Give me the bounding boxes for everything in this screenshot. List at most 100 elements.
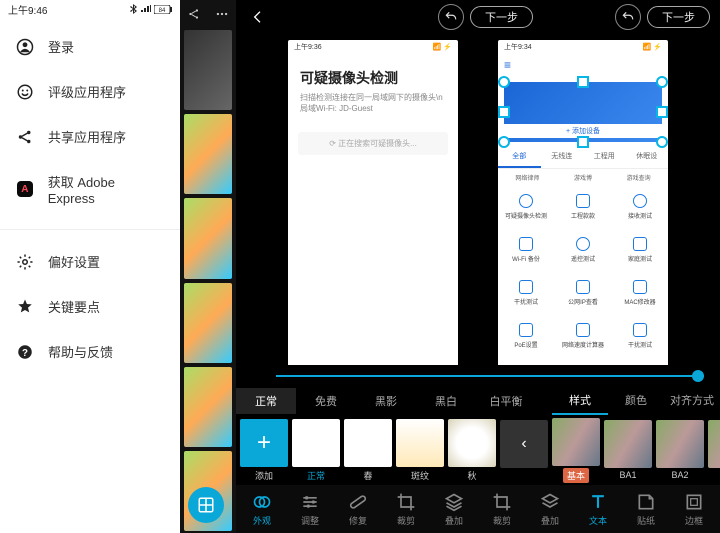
- canvas-area: 上午9:36📶 ⚡ 可疑摄像头检测 扫描检测连接在同一局域网下的摄像头\n局域W…: [236, 34, 720, 365]
- menu-help[interactable]: ? 帮助与反馈: [0, 329, 180, 374]
- filter-tab[interactable]: 白平衡: [476, 388, 536, 414]
- swatch[interactable]: 秋: [448, 419, 496, 482]
- canvas-image-1[interactable]: 上午9:36📶 ⚡ 可疑摄像头检测 扫描检测连接在同一局域网下的摄像头\n局域W…: [288, 40, 458, 365]
- gear-icon: [16, 253, 34, 271]
- tool-overlay[interactable]: 叠加: [430, 492, 478, 527]
- swatch[interactable]: 春: [344, 419, 392, 482]
- opacity-slider[interactable]: [276, 375, 704, 377]
- p2-status: 上午9:34📶 ⚡: [498, 40, 668, 54]
- status-right: 84: [130, 4, 172, 14]
- menu-key-label: 关键要点: [48, 297, 100, 316]
- tool-border[interactable]: 边框: [670, 492, 718, 527]
- statusbar: 上午9:46 84: [0, 0, 180, 18]
- sliders-icon: [300, 492, 320, 512]
- next-button-2[interactable]: 下一步: [647, 6, 710, 28]
- slider-thumb[interactable]: [692, 370, 704, 382]
- resize-handle-tl[interactable]: [498, 76, 510, 88]
- gallery-thumb[interactable]: [184, 114, 232, 194]
- gallery-thumb[interactable]: [184, 283, 232, 363]
- tool-adjust[interactable]: 调整: [286, 492, 334, 527]
- filter-category-tabs: 正常 免费 黑影 黑白 白平衡 样式 颜色 对齐方式: [236, 387, 720, 415]
- menu-adobe-express[interactable]: 获取 Adobe Express: [0, 159, 180, 219]
- tool-heal[interactable]: 修复: [334, 492, 382, 527]
- style-tab[interactable]: 样式: [552, 387, 608, 415]
- style-tab[interactable]: 颜色: [608, 387, 664, 415]
- swatch[interactable]: BA1: [604, 420, 652, 480]
- resize-handle-b[interactable]: [577, 136, 589, 148]
- swatch-arrow[interactable]: ‹: [500, 420, 548, 480]
- more-icon[interactable]: [215, 7, 229, 21]
- tool-looks[interactable]: 外观: [238, 492, 286, 527]
- tool-crop[interactable]: 裁剪: [382, 492, 430, 527]
- editor-topbar: 下一步 下一步: [236, 0, 720, 34]
- gallery-top-icons: [180, 0, 236, 28]
- p1-sub: 扫描检测连接在同一局域网下的摄像头\n局域Wi-Fi: JD-Guest: [288, 92, 458, 124]
- filter-tab[interactable]: 正常: [236, 388, 296, 414]
- resize-handle-br[interactable]: [656, 136, 668, 148]
- menu-preferences[interactable]: 偏好设置: [0, 229, 180, 284]
- resize-handle-tr[interactable]: [656, 76, 668, 88]
- gallery-thumb[interactable]: [184, 198, 232, 278]
- share-small-icon[interactable]: [187, 7, 201, 21]
- next-button[interactable]: 下一步: [470, 6, 533, 28]
- filter-swatches: +添加 正常 春 斑纹 秋 ‹ 基本 BA1 BA2 BA3 BA4: [236, 415, 720, 485]
- menu-login-label: 登录: [48, 37, 74, 56]
- resize-handle-r[interactable]: [656, 106, 668, 118]
- gallery-thumb[interactable]: [184, 367, 232, 447]
- adobe-icon: [16, 180, 34, 198]
- share-icon: [16, 128, 34, 146]
- swatch-add[interactable]: +添加: [240, 419, 288, 482]
- menu-rate[interactable]: 评级应用程序: [0, 69, 180, 114]
- tool-crop-2[interactable]: 裁剪: [478, 492, 526, 527]
- p1-title: 可疑摄像头检测: [288, 54, 458, 92]
- svg-text:84: 84: [159, 8, 166, 14]
- crop-icon: [492, 492, 512, 512]
- menu-keypoints[interactable]: 关键要点: [0, 284, 180, 329]
- left-drawer: 上午9:46 84 登录 评级应用程序: [0, 0, 180, 533]
- swatch[interactable]: BA2: [656, 420, 704, 480]
- p1-warn: ⟳ 正在搜索可疑摄像头...: [298, 132, 448, 155]
- resize-handle-l[interactable]: [498, 106, 510, 118]
- swatch[interactable]: 基本: [552, 418, 600, 483]
- crop-icon: [396, 492, 416, 512]
- menu-share[interactable]: 共享应用程序: [0, 114, 180, 159]
- star-icon: [16, 298, 34, 316]
- text-style-tabs: 样式 颜色 对齐方式: [552, 387, 720, 415]
- undo-icon-2[interactable]: [615, 4, 641, 30]
- smile-icon: [16, 83, 34, 101]
- swatch[interactable]: BA3: [708, 420, 720, 480]
- bandage-icon: [348, 492, 368, 512]
- looks-icon: [252, 492, 272, 512]
- resize-handle-bl[interactable]: [498, 136, 510, 148]
- filter-tab[interactable]: 黑白: [416, 388, 476, 414]
- status-time: 上午9:46: [8, 2, 47, 17]
- signal-icon: [141, 5, 151, 13]
- p2-tabs: 全部 无线连 工程用 休眠设: [498, 146, 668, 169]
- swatch[interactable]: 正常: [292, 419, 340, 482]
- p2-hero-selected[interactable]: + 添加设备: [504, 82, 662, 142]
- tool-text[interactable]: 文本: [574, 492, 622, 527]
- tool-stickers[interactable]: 贴纸: [622, 492, 670, 527]
- filter-tab[interactable]: 黑影: [356, 388, 416, 414]
- collage-fab[interactable]: [188, 487, 224, 523]
- menu-express-label: 获取 Adobe Express: [48, 172, 164, 206]
- tool-overlay-2[interactable]: 叠加: [526, 492, 574, 527]
- battery-icon: 84: [154, 5, 172, 14]
- canvas-image-2[interactable]: 上午9:34📶 ⚡ ≡ + 添加设备 全部 无线连 工程用 休眠设: [498, 40, 668, 365]
- menu-prefs-label: 偏好设置: [48, 252, 100, 271]
- sticker-icon: [636, 492, 656, 512]
- account-icon: [16, 38, 34, 56]
- p2-menu-icon: ≡: [498, 54, 668, 76]
- p2-grid: 可疑摄像头检测 工程款款 接收测试 Wi-Fi 备份 遥控测试 家庭测试 干扰测…: [498, 186, 668, 357]
- menu-login[interactable]: 登录: [0, 24, 180, 69]
- filter-tab[interactable]: 免费: [296, 388, 356, 414]
- resize-handle-t[interactable]: [577, 76, 589, 88]
- bluetooth-icon: [130, 4, 138, 14]
- menu-share-label: 共享应用程序: [48, 127, 126, 146]
- gallery-thumb[interactable]: [184, 30, 232, 110]
- back-icon[interactable]: [246, 5, 270, 29]
- style-tab[interactable]: 对齐方式: [664, 387, 720, 415]
- menu-rate-label: 评级应用程序: [48, 82, 126, 101]
- undo-icon[interactable]: [438, 4, 464, 30]
- swatch[interactable]: 斑纹: [396, 419, 444, 482]
